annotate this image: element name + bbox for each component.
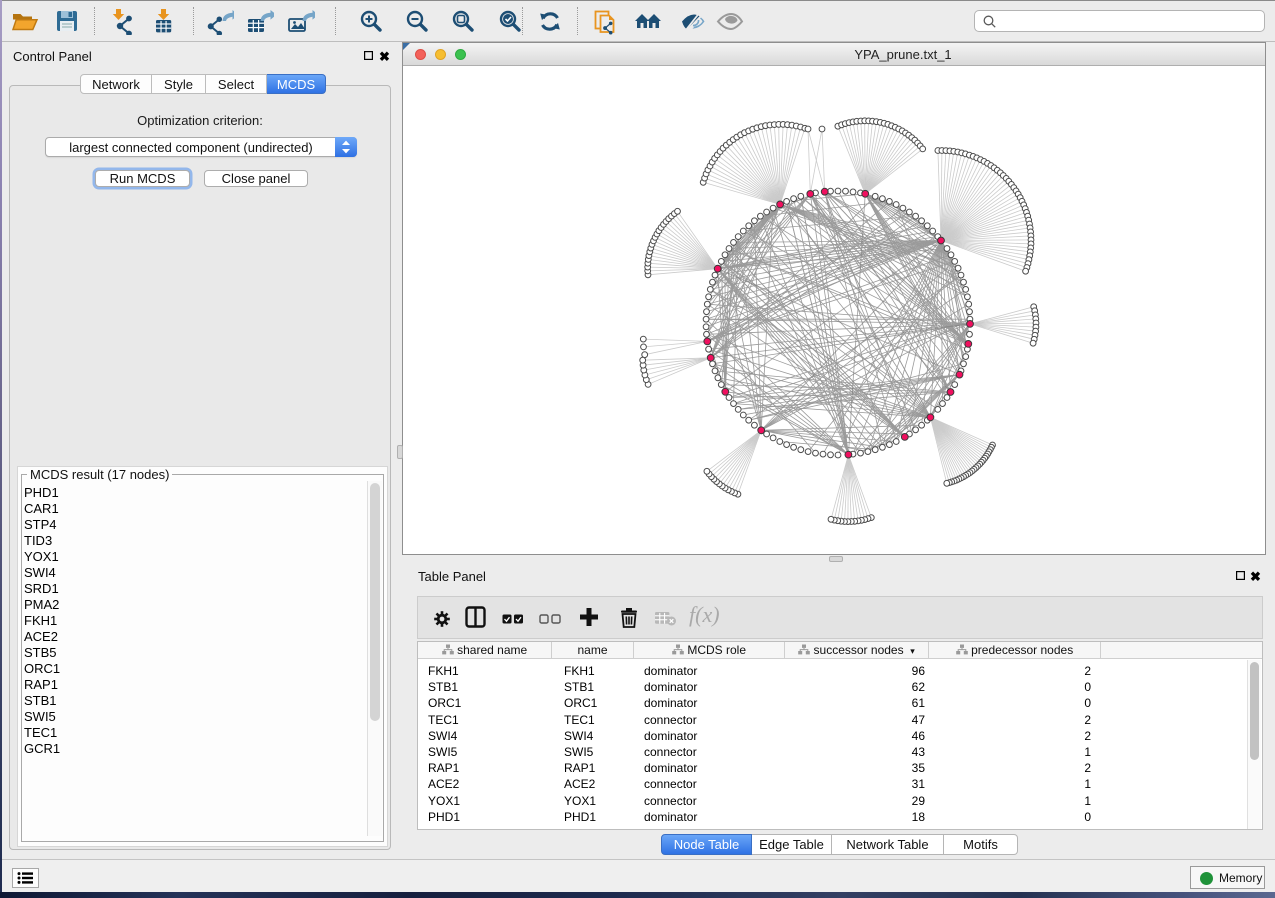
svg-text:f(x): f(x) (689, 602, 720, 627)
